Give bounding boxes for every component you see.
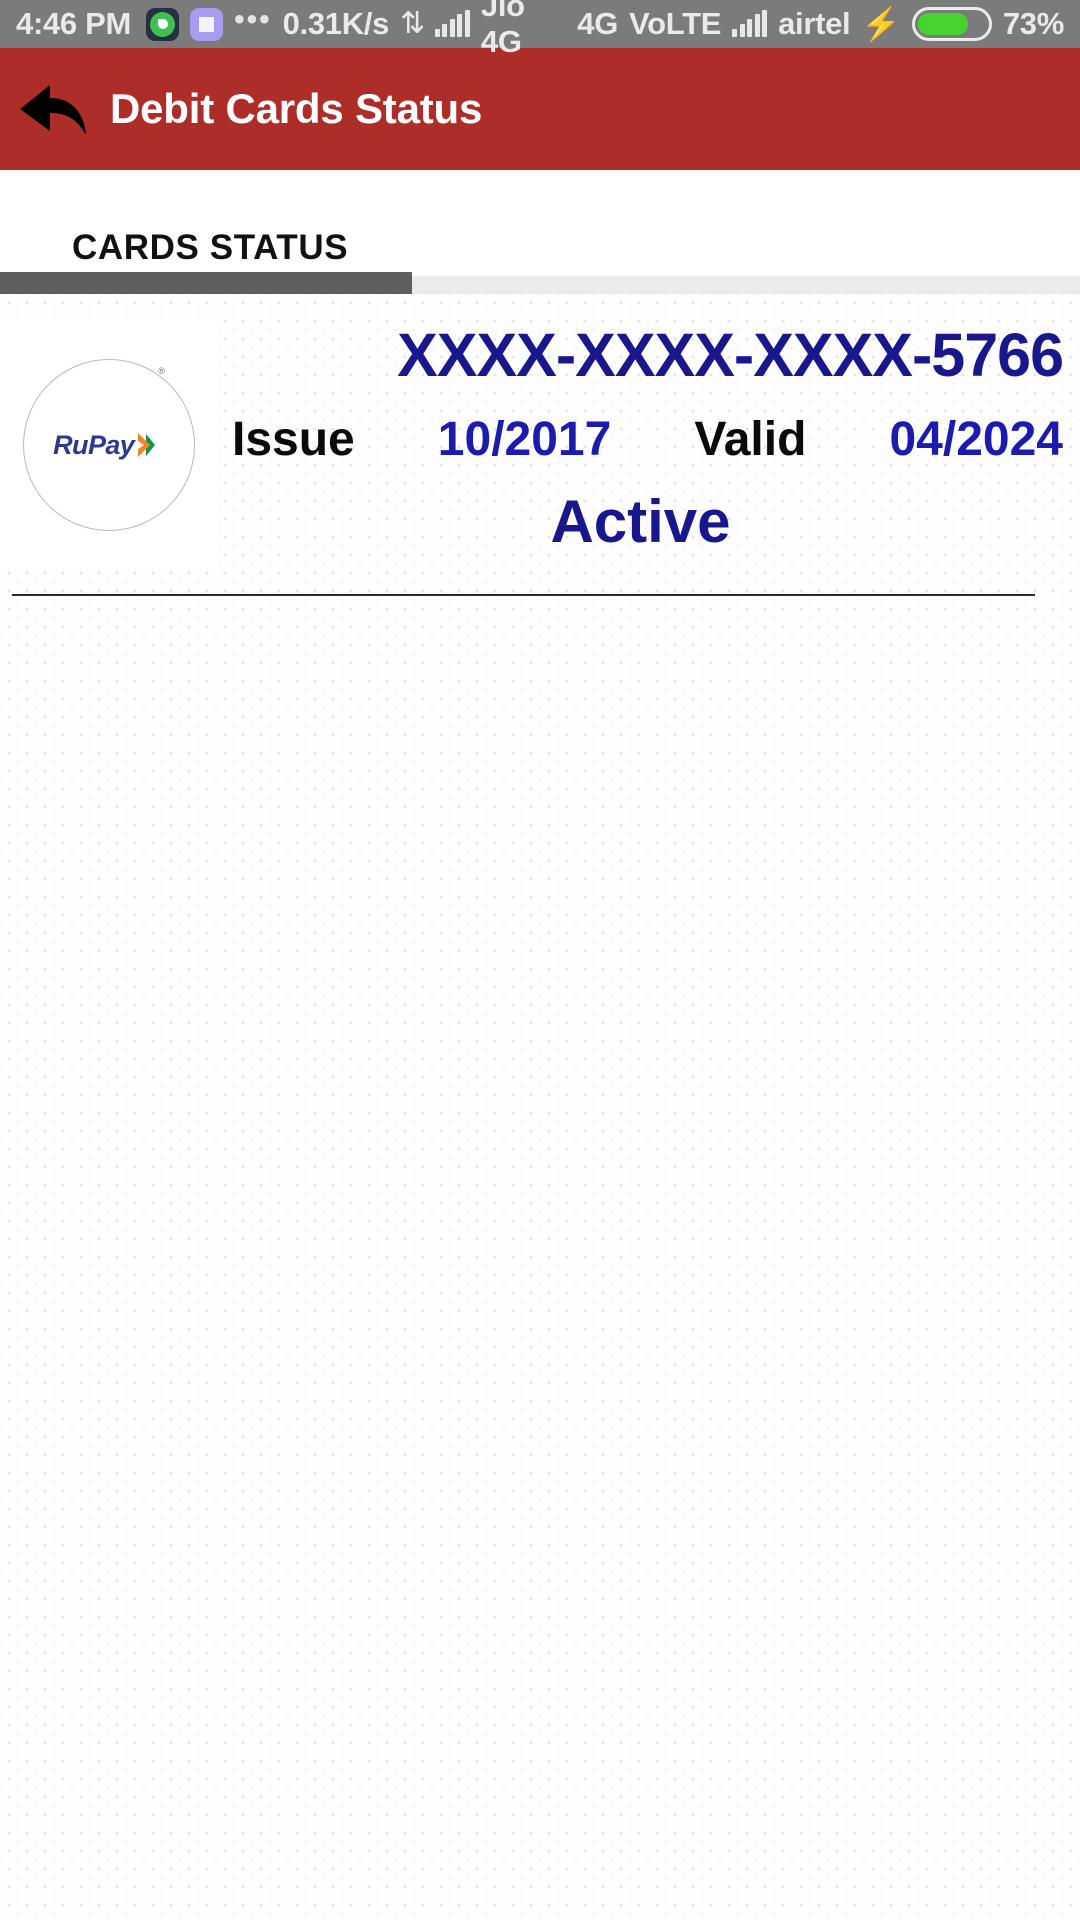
battery-percent-label: 73% — [1002, 6, 1064, 41]
signal-bars-icon-sim2 — [732, 10, 768, 37]
status-time: 4:46 PM — [16, 6, 132, 41]
signal-bars-icon-sim1 — [434, 10, 470, 37]
overflow-dots-icon: ••• — [234, 3, 272, 36]
registered-mark: ® — [158, 366, 165, 376]
issue-label: Issue — [232, 413, 355, 467]
sim1-carrier-label: Jio 4G — [480, 0, 525, 59]
status-bar-left: 4:46 PM ••• 0.31K/s ⇅ — [16, 3, 425, 42]
card-status-text: Active — [550, 488, 731, 556]
card-number: XXXX-XXXX-XXXX-5766 — [397, 321, 1064, 389]
sync-arrows-icon: ⇅ — [400, 7, 425, 40]
tab-indicator — [0, 272, 412, 294]
rupay-logo: RuPay ® — [23, 359, 195, 531]
network-type-label: 4G — [577, 6, 619, 41]
rupay-wordmark: RuPay — [53, 429, 135, 460]
debit-card-row[interactable]: RuPay ® XXXX-XXXX-XXXX-5766 Issue 10/201… — [0, 294, 1080, 570]
card-dates-row: Issue 10/2017 Valid 04/2024 — [218, 412, 1063, 467]
app-bar: Debit Cards Status — [0, 48, 1080, 170]
valid-value: 04/2024 — [889, 413, 1063, 467]
whatsapp-icon — [146, 7, 180, 41]
charging-bolt-icon: ⚡ — [861, 6, 901, 42]
issue-value: 10/2017 — [437, 413, 612, 467]
battery-icon — [911, 7, 992, 41]
content-area: RuPay ® XXXX-XXXX-XXXX-5766 Issue 10/201… — [0, 294, 1080, 1920]
back-arrow-icon[interactable] — [16, 79, 88, 139]
purple-app-icon — [190, 7, 224, 41]
card-details: XXXX-XXXX-XXXX-5766 Issue 10/2017 Valid … — [218, 320, 1080, 556]
tab-bar: CARDS STATUS — [0, 170, 1080, 294]
valid-label: Valid — [694, 413, 807, 467]
volte-label: VoLTE — [629, 6, 722, 41]
sim2-carrier-label: airtel — [778, 6, 851, 41]
page-title: Debit Cards Status — [110, 85, 483, 132]
card-divider — [12, 594, 1035, 596]
card-logo-pane: RuPay ® — [0, 320, 218, 570]
status-bar: 4:46 PM ••• 0.31K/s ⇅ Jio 4G 4G VoLTE ai… — [0, 0, 1080, 59]
network-speed-label: 0.31K/s — [282, 6, 390, 41]
status-bar-right: Jio 4G 4G VoLTE airtel ⚡ 73% — [434, 0, 1064, 60]
rupay-arrow-icon — [138, 433, 156, 457]
